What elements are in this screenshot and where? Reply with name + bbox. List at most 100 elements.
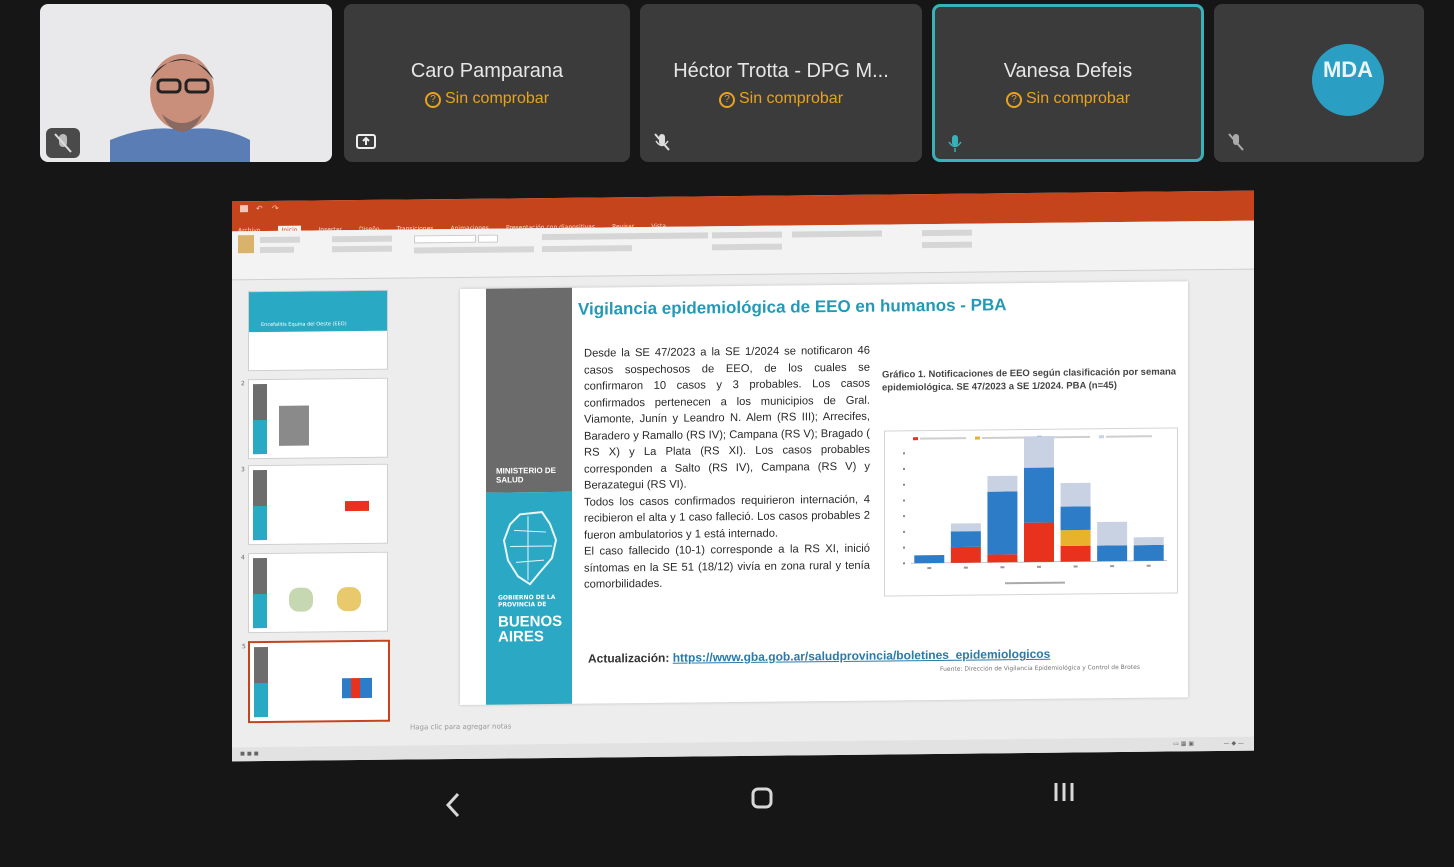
ribbon-clipboard-group[interactable] <box>260 236 300 244</box>
screen-share-icon <box>356 132 376 152</box>
stacked-bar-chart <box>903 435 1167 585</box>
chart-frame <box>884 427 1178 597</box>
slide-counter: ◼ ◼ ◼ <box>240 750 259 758</box>
y-tick <box>903 499 905 502</box>
participant-tile[interactable]: Caro Pamparana ? Sin comprobar <box>344 4 630 162</box>
undo-icon[interactable]: ↶ <box>256 204 263 213</box>
mic-on-icon <box>945 133 965 153</box>
question-icon: ? <box>424 92 441 108</box>
participant-tile-active[interactable]: Vanesa Defeis ? Sin comprobar <box>932 4 1204 162</box>
ribbon-font-group[interactable] <box>414 246 534 254</box>
ministerio-label: MINISTERIO DE SALUD <box>496 465 557 485</box>
ribbon-drawing-group[interactable] <box>712 243 782 251</box>
ppt-ribbon <box>232 220 1254 281</box>
legend-label <box>1106 435 1152 438</box>
slide-thumbnail[interactable]: Encefalitis Equina del Oeste (EEO) <box>248 289 388 372</box>
legend-label <box>920 437 966 440</box>
notes-placeholder[interactable]: Haga clic para agregar notas <box>410 722 511 731</box>
current-slide[interactable]: MINISTERIO DE SALUD GOBIERNO DE LA PROVINC… <box>460 281 1188 705</box>
slide-thumbnail[interactable]: 4 <box>241 551 388 634</box>
participant-name: Héctor Trotta - DPG M... <box>673 60 889 82</box>
thumb-map <box>289 587 313 612</box>
bar-segment <box>950 546 981 563</box>
update-link[interactable]: https://www.gba.gob.ar/saludprovincia/bo… <box>673 647 1051 665</box>
bar-segment <box>950 523 981 532</box>
ribbon-text-direction[interactable] <box>628 232 708 240</box>
verification-status: ? Sin comprobar <box>935 90 1201 108</box>
mic-off-icon[interactable] <box>46 128 80 158</box>
gobierno-label: GOBIERNO DE LA PROVINCIA DE <box>498 593 556 609</box>
y-tick <box>903 562 905 565</box>
bar-segment <box>987 475 1018 492</box>
x-axis-title <box>1005 581 1065 585</box>
shared-screen: ↶ ↷ Archivo Inicio Insertar Diseño Trans… <box>232 190 1254 762</box>
thumb-bar <box>253 505 267 541</box>
ribbon-editing-group[interactable] <box>922 229 972 237</box>
verification-status: ? Sin comprobar <box>344 90 630 108</box>
bar-segment <box>1060 482 1091 507</box>
thumb-map <box>337 587 361 612</box>
bar-segment <box>1133 537 1164 546</box>
slide-thumbnail-selected[interactable]: 5 <box>242 639 390 724</box>
participant-tile[interactable]: MDA <box>1214 4 1424 162</box>
x-tick <box>963 566 968 569</box>
y-tick <box>903 452 905 455</box>
province-map-icon <box>500 510 560 587</box>
bar-segment <box>950 531 981 548</box>
slide-thumbnail[interactable]: 2 <box>241 377 388 460</box>
zoom-slider[interactable]: — ◆ — <box>1224 740 1244 747</box>
bar-segment <box>1060 545 1091 562</box>
update-label: Actualización: <box>588 650 670 666</box>
participant-tile[interactable]: Héctor Trotta - DPG M... ? Sin comprobar <box>640 4 922 162</box>
recents-button[interactable] <box>1052 780 1076 808</box>
bar-segment <box>1024 467 1054 523</box>
y-tick <box>903 468 905 471</box>
avatar: MDA <box>1312 44 1384 116</box>
legend-swatch <box>913 437 918 441</box>
slide-thumbnail[interactable]: 3 <box>241 463 388 546</box>
x-tick <box>1037 565 1041 568</box>
slide-sidebar <box>486 287 572 493</box>
thumb-bar <box>253 593 267 629</box>
slide-title: Vigilancia epidemiológica de EEO en huma… <box>578 295 1007 319</box>
bar-segment <box>1024 522 1054 563</box>
participant-name: Vanesa Defeis <box>1003 60 1133 82</box>
bar-segment <box>1060 529 1091 546</box>
paste-button[interactable] <box>238 235 254 254</box>
bar-segment <box>1133 544 1164 561</box>
slide-thumbnails: Encefalitis Equina del Oeste (EEO) 2 3 4… <box>241 289 392 732</box>
thumb-bar <box>254 682 268 718</box>
buenos-aires-logo: BUENOS AIRES <box>498 612 563 646</box>
thumb-chart <box>342 677 372 699</box>
x-tick <box>1110 565 1115 568</box>
chart-caption: Gráfico 1. Notificaciones de EEO según c… <box>882 366 1177 394</box>
ribbon-arrange-group[interactable] <box>792 230 882 238</box>
y-tick <box>903 483 905 486</box>
redo-icon[interactable]: ↷ <box>272 204 279 213</box>
y-tick <box>903 515 905 518</box>
view-buttons[interactable]: ▭ ▦ ▣ <box>1173 740 1194 747</box>
x-tick <box>1000 566 1005 569</box>
back-button[interactable] <box>442 790 464 824</box>
ribbon-drawing-group[interactable] <box>712 231 782 239</box>
verification-status: ? Sin comprobar <box>640 90 922 108</box>
thumb-bar <box>253 419 267 455</box>
font-size-selector[interactable] <box>478 234 498 243</box>
ribbon-editing-group[interactable] <box>922 241 972 249</box>
mic-off-icon <box>652 132 672 152</box>
ribbon-slides-group[interactable] <box>332 245 392 253</box>
ribbon-paragraph-group[interactable] <box>542 245 632 253</box>
save-icon[interactable] <box>240 205 248 213</box>
thumb-number: 4 <box>241 554 245 562</box>
x-tick <box>1146 564 1151 567</box>
ribbon-paragraph-group[interactable] <box>542 233 632 241</box>
font-selector[interactable] <box>414 234 476 244</box>
home-button[interactable] <box>750 786 774 814</box>
ribbon-slides-group[interactable] <box>332 235 392 243</box>
legend-label <box>982 436 1028 439</box>
thumb-number: 2 <box>241 380 245 388</box>
self-video-tile[interactable] <box>40 4 332 162</box>
ribbon-clipboard-group[interactable] <box>260 246 294 254</box>
bar-segment <box>914 555 945 564</box>
thumb-number: 3 <box>241 466 245 474</box>
